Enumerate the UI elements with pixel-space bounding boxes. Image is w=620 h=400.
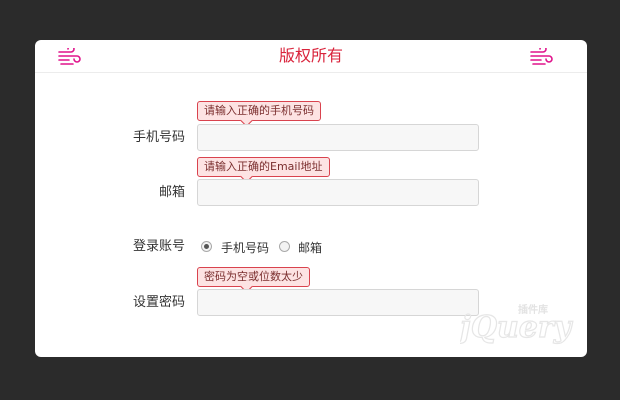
email-error-tip: 请输入正确的Email地址 [197,157,330,177]
watermark-brand-text: jQuery [460,310,574,345]
phone-label: 手机号码 [132,130,185,145]
account-phone-radio[interactable] [201,241,212,252]
phone-error-tip: 请输入正确的手机号码 [197,101,321,121]
password-error-tip: 密码为空或位数太少 [197,267,310,287]
form-card: 版权所有 请输入正确的手机号码 手机号码 请输入正确的Email地址 邮箱 登录… [35,40,587,357]
header-bar: 版权所有 [35,40,587,73]
page-title: 版权所有 [278,46,343,65]
account-email-radio[interactable] [279,241,290,252]
account-label: 登录账号 [132,239,185,254]
phone-input[interactable] [197,124,479,151]
password-input[interactable] [197,289,479,316]
jquery-watermark: 插件库 jQuery [454,295,580,347]
account-email-radio-label[interactable]: 邮箱 [298,240,322,256]
password-label: 设置密码 [132,295,185,310]
email-label: 邮箱 [158,185,185,200]
email-input[interactable] [197,179,479,206]
wind-icon[interactable] [529,48,553,66]
account-phone-radio-label[interactable]: 手机号码 [221,240,269,256]
